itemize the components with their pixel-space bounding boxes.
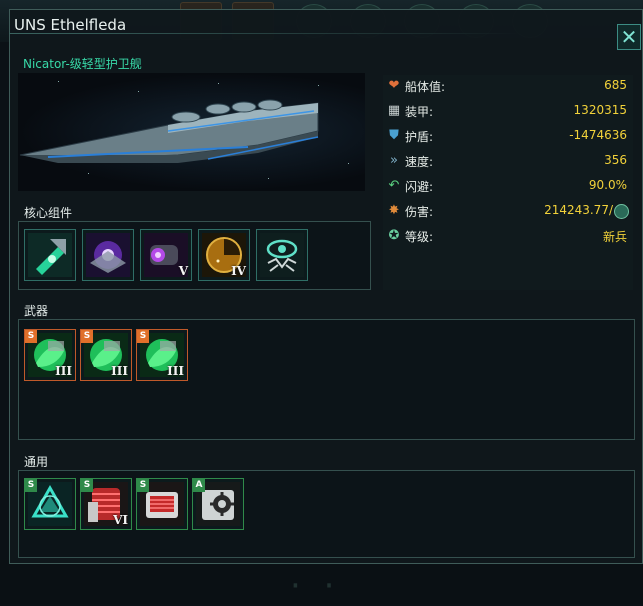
damage-per-day-icon xyxy=(614,204,629,219)
weapon-slot[interactable]: S III xyxy=(80,329,132,381)
section-utility-label: 通用 xyxy=(24,455,49,469)
ship-stats-panel: ❤ 船体值: 685 ▦ 装甲: 1320315 ⛊ 护盾: -1474636 … xyxy=(383,75,633,290)
stat-value: 685 xyxy=(604,78,627,92)
grade-badge: S xyxy=(81,479,93,492)
stat-value: 新兵 xyxy=(602,230,627,244)
background-text: · · xyxy=(290,566,341,606)
heart-icon: ❤ xyxy=(388,78,400,93)
weapon-slot[interactable]: S III xyxy=(136,329,188,381)
tier-label: III xyxy=(111,364,128,378)
core-slot-reactor[interactable] xyxy=(82,229,134,281)
grade-badge: S xyxy=(25,479,37,492)
stat-armor: ▦ 装甲: 1320315 xyxy=(383,100,633,122)
tier-label: III xyxy=(167,364,184,378)
stat-value: 356 xyxy=(604,153,627,167)
combat-computer-icon xyxy=(260,233,304,277)
ship-image xyxy=(18,73,365,191)
damage-icon: ✸ xyxy=(388,203,400,218)
stat-label: 护盾: xyxy=(405,130,434,144)
armor-icon: ▦ xyxy=(387,103,401,118)
utility-slot[interactable]: S VI xyxy=(80,478,132,530)
shield-icon: ⛊ xyxy=(389,128,399,143)
stat-label: 伤害: xyxy=(405,205,434,219)
stat-speed: » 速度: 356 xyxy=(383,150,633,172)
evasion-icon: ↶ xyxy=(388,178,400,193)
stat-hull: ❤ 船体值: 685 xyxy=(383,75,633,97)
stat-damage: ✸ 伤害: 214243.77/ xyxy=(383,200,633,222)
stat-evasion: ↶ 闪避: 90.0% xyxy=(383,175,633,197)
ship-class: Nicator-级轻型护卫舰 xyxy=(23,57,142,71)
hyperdrive-icon xyxy=(28,233,72,277)
utility-box: S S VI S A xyxy=(18,470,635,558)
utility-slot[interactable]: A xyxy=(192,478,244,530)
grade-badge: S xyxy=(81,330,93,343)
tier-label: V xyxy=(178,264,188,278)
core-slot-hyperdrive[interactable] xyxy=(24,229,76,281)
stat-value: -1474636 xyxy=(569,128,627,142)
stat-shield: ⛊ 护盾: -1474636 xyxy=(383,125,633,147)
stat-value: 214243.77/ xyxy=(544,203,613,217)
close-icon: ✕ xyxy=(620,25,638,49)
core-slot-sensor[interactable]: IV xyxy=(198,229,250,281)
core-slot-combat-computer[interactable] xyxy=(256,229,308,281)
stat-label: 等级: xyxy=(405,230,434,244)
title-divider xyxy=(9,33,519,34)
core-slot-thruster[interactable]: V xyxy=(140,229,192,281)
speed-icon: » xyxy=(390,153,398,168)
stat-value: 90.0% xyxy=(588,178,627,192)
rank-icon: ✪ xyxy=(388,228,400,243)
grade-badge: S xyxy=(137,479,149,492)
tier-label: VI xyxy=(113,513,128,527)
stat-label: 装甲: xyxy=(405,105,434,119)
weapons-box: S III S III S III xyxy=(18,319,635,440)
grade-badge: S xyxy=(137,330,149,343)
stat-value: 1320315 xyxy=(573,103,627,117)
core-components-box: V IV xyxy=(18,221,371,290)
stat-label: 船体值: xyxy=(405,80,446,94)
ship-render xyxy=(19,81,349,179)
stat-label: 速度: xyxy=(405,155,434,169)
section-core-label: 核心组件 xyxy=(24,206,73,220)
utility-slot[interactable]: S xyxy=(24,478,76,530)
grade-badge: S xyxy=(25,330,37,343)
utility-slot[interactable]: S xyxy=(136,478,188,530)
close-button[interactable]: ✕ xyxy=(617,24,641,50)
stat-label: 闪避: xyxy=(405,180,434,194)
reactor-icon xyxy=(86,233,130,277)
window-title: UNS Ethelfleda xyxy=(14,16,127,34)
tier-label: IV xyxy=(231,264,246,278)
weapon-slot[interactable]: S III xyxy=(24,329,76,381)
stat-rank: ✪ 等级: 新兵 xyxy=(383,225,633,247)
tier-label: III xyxy=(55,364,72,378)
section-weapons-label: 武器 xyxy=(24,304,49,318)
grade-badge: A xyxy=(193,479,205,492)
